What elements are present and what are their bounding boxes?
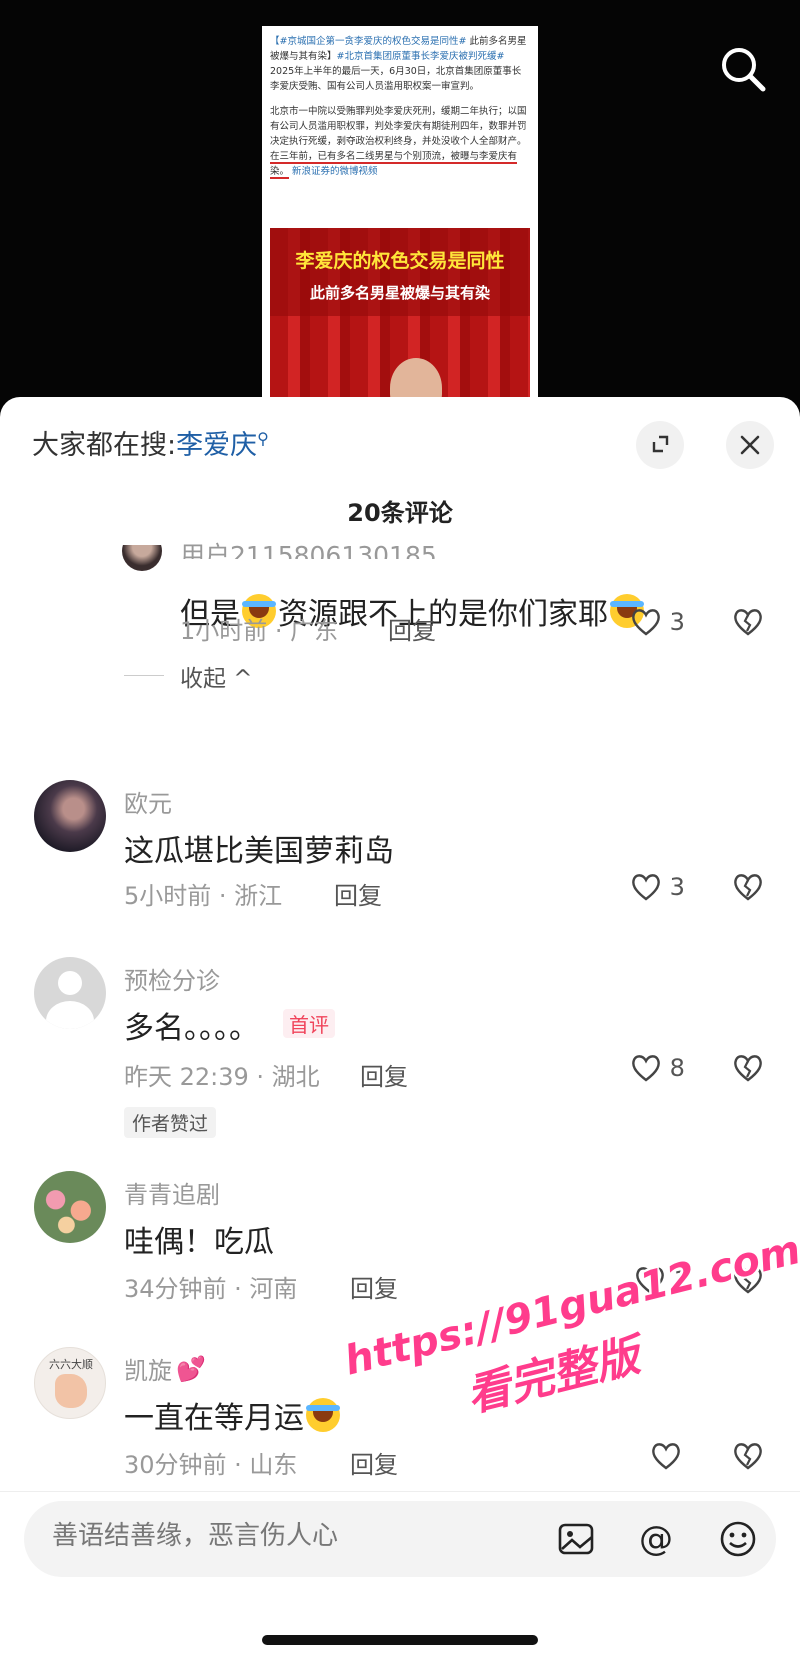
search-icon [722, 48, 766, 92]
avatar[interactable] [34, 957, 106, 1029]
comment-username[interactable]: 欧元 [124, 784, 172, 819]
article-paragraph-1: 2025年上半年的最后一天，6月30日，北京首集团原董事长李爱庆受贿、国有公司人… [270, 66, 522, 92]
dislike-button[interactable] [732, 1441, 764, 1475]
laugh-cry-emoji-icon [306, 1398, 340, 1432]
hot-search-keyword[interactable]: 李爱庆 [176, 430, 257, 461]
comment-text: 这瓜堪比美国萝莉岛 [124, 834, 394, 869]
article-source: 新浪证券的微博视频 [292, 166, 378, 177]
comment-meta: 昨天 22:39 · 湖北 [124, 1063, 320, 1091]
heart-icon [632, 1055, 660, 1082]
close-button[interactable] [726, 421, 774, 469]
comment-username[interactable]: 凯旋 💕 [124, 1351, 206, 1386]
like-button[interactable]: 3 [630, 872, 685, 906]
default-avatar-head [58, 971, 82, 995]
like-button[interactable]: 3 [630, 607, 685, 641]
collapse-line [124, 675, 164, 676]
avatar[interactable] [34, 780, 106, 852]
broken-heart-icon [734, 1055, 762, 1082]
emoji-button[interactable] [718, 1519, 758, 1559]
input-divider [0, 1491, 800, 1492]
article-text: 【#京城国企第一贪李爱庆的权色交易是同性# 此前多名男星被爆与其有染】#北京首集… [262, 26, 538, 179]
comment-text: 哇偶！吃瓜 [124, 1225, 274, 1260]
reply-meta: 1小时前 · 广东 [180, 617, 339, 645]
comment-sheet: 大家都在搜:李爱庆⚲ 20条评论 用户2115806130185 但是 资源跟不上… [0, 397, 800, 1662]
image-icon [558, 1523, 594, 1555]
thumb-hand [55, 1374, 87, 1408]
search-small-icon: ⚲ [257, 429, 269, 448]
collapse-label: 收起 ^ [180, 666, 253, 692]
comment-username[interactable]: 青青追剧 [124, 1175, 220, 1210]
pink-hearts-icon: 💕 [176, 1355, 206, 1383]
svg-text:@: @ [639, 1519, 673, 1559]
author-liked-badge: 作者赞过 [124, 1107, 217, 1138]
avatar[interactable] [34, 1171, 106, 1243]
article-tag-2: #北京首集团原董事长李爱庆被判死缓# [336, 51, 505, 62]
video-poster: 李爱庆的权色交易是同性 此前多名男星被爆与其有染 [270, 228, 530, 406]
dislike-button[interactable] [732, 607, 764, 641]
comment-count-title: 20条评论 [347, 499, 453, 527]
close-icon [740, 435, 760, 455]
comment-username-text: 凯旋 [124, 1357, 172, 1385]
broken-heart-icon [734, 609, 762, 636]
avatar-label: 六六大顺 [49, 1358, 93, 1371]
avatar[interactable]: 六六大顺 [34, 1347, 106, 1419]
comment-text: 一直在等月运 [124, 1393, 342, 1437]
comment-text: 多名。。。。 首评 [124, 1003, 335, 1047]
broken-heart-icon [734, 874, 762, 901]
poster-title: 李爱庆的权色交易是同性 [295, 250, 505, 272]
heart-icon [652, 1443, 680, 1470]
heart-icon [632, 874, 660, 901]
like-button[interactable] [650, 1441, 682, 1475]
broken-heart-icon [734, 1443, 762, 1470]
like-count: 3 [669, 873, 685, 901]
expand-button[interactable] [636, 421, 684, 469]
reply-button[interactable]: 回复 [350, 1445, 398, 1480]
comment-meta: 5小时前 · 浙江 [124, 882, 283, 910]
hot-search[interactable]: 大家都在搜:李爱庆⚲ [32, 423, 269, 462]
expand-icon [652, 435, 669, 453]
reply-button[interactable]: 回复 [388, 611, 436, 646]
poster-subtitle: 此前多名男星被爆与其有染 [309, 284, 490, 302]
search-button[interactable] [716, 42, 772, 98]
comment-username[interactable]: 预检分诊 [124, 961, 220, 996]
image-button[interactable] [556, 1519, 596, 1559]
article-paragraph-2: 北京市一中院以受贿罪判处李爱庆死刑，缓期二年执行；以国有公司人员滥用职权罪，判处… [270, 106, 527, 147]
article-screenshot: 【#京城国企第一贪李爱庆的权色交易是同性# 此前多名男星被爆与其有染】#北京首集… [262, 26, 538, 406]
avatar [122, 545, 162, 571]
comment-meta: 30分钟前 · 山东 [124, 1451, 298, 1479]
reply-button[interactable]: 回复 [334, 876, 382, 911]
reply-button[interactable]: 回复 [360, 1057, 408, 1092]
hot-search-label: 大家都在搜: [32, 430, 177, 461]
comment-text-body: 多名。。。。 [124, 1011, 259, 1046]
reply-username[interactable]: 用户2115806130185 [180, 539, 437, 559]
article-tag: 【#京城国企第一贪李爱庆的权色交易是同性# [270, 36, 467, 47]
comment-input-bar[interactable]: @ [24, 1501, 776, 1577]
comment-meta: 34分钟前 · 河南 [124, 1275, 298, 1303]
like-count: 3 [669, 608, 685, 636]
like-button[interactable]: 8 [630, 1053, 685, 1087]
first-comment-badge: 首评 [283, 1009, 335, 1038]
heart-icon [632, 609, 660, 636]
default-avatar-body [46, 1001, 94, 1029]
mention-button[interactable]: @ [636, 1519, 676, 1559]
emoji-icon [720, 1521, 756, 1557]
dislike-button[interactable] [732, 872, 764, 906]
video-area[interactable]: 【#京城国企第一贪李爱庆的权色交易是同性# 此前多名男星被爆与其有染】#北京首集… [0, 0, 800, 420]
reply-avatar-wrap[interactable] [122, 545, 166, 575]
comment-input[interactable] [52, 1521, 472, 1551]
like-count: 8 [669, 1054, 685, 1082]
home-indicator[interactable] [262, 1635, 538, 1645]
dislike-button[interactable] [732, 1053, 764, 1087]
comment-text-body: 一直在等月运 [124, 1401, 304, 1436]
at-icon: @ [639, 1519, 673, 1559]
reply-button[interactable]: 回复 [350, 1269, 398, 1304]
